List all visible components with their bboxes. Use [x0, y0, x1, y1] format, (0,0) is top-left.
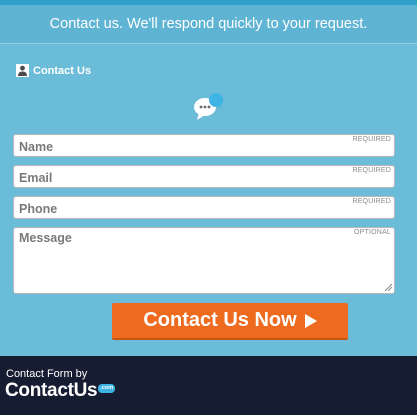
logo-badge: .com — [98, 384, 116, 393]
contact-label-text: Contact Us — [33, 64, 92, 77]
chat-bubble-icon — [194, 93, 223, 120]
email-field[interactable]: REQUIRED — [13, 165, 395, 188]
email-input[interactable] — [14, 166, 394, 187]
message-textarea[interactable] — [14, 228, 394, 293]
contactus-logo[interactable]: ContactUs .com — [5, 380, 116, 402]
submit-button-label: Contact Us Now — [143, 309, 297, 331]
message-field[interactable]: OPTIONAL — [13, 227, 395, 294]
play-icon — [304, 313, 317, 328]
name-field[interactable]: REQUIRED — [13, 134, 395, 157]
name-input[interactable] — [14, 135, 394, 156]
footer-brand-text: ContactUs — [5, 380, 98, 401]
footer: Contact Form by ContactUs .com — [0, 356, 417, 415]
header-banner: Contact us. We'll respond quickly to you… — [0, 5, 417, 44]
user-icon — [16, 64, 29, 77]
header-title: Contact us. We'll respond quickly to you… — [49, 16, 368, 32]
footer-credit-text: Contact Form by — [6, 368, 88, 380]
phone-field[interactable]: REQUIRED — [13, 196, 395, 219]
contact-us-now-button[interactable]: Contact Us Now — [112, 303, 348, 340]
phone-input[interactable] — [14, 197, 394, 218]
resize-grip-icon[interactable] — [384, 283, 392, 291]
contact-section-label: Contact Us — [16, 64, 91, 77]
